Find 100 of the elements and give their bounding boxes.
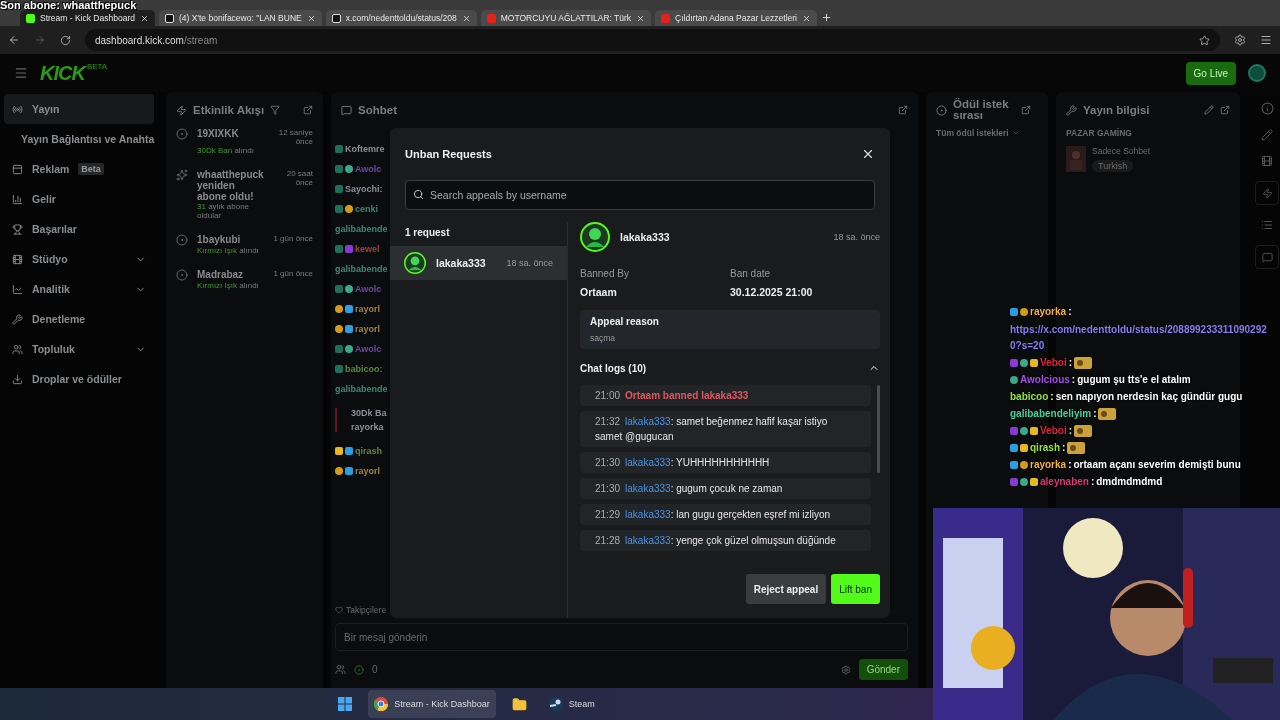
avatar-icon[interactable]	[1248, 64, 1266, 82]
sidebar-item[interactable]: Yayın	[4, 94, 154, 124]
browser-tab[interactable]: x.com/nedenttoldu/status/208	[325, 10, 477, 26]
search-field[interactable]: Search appeals by username	[405, 180, 875, 210]
chat-link[interactable]: https://x.com/nedenttoldu/status/2088992333110902920?s=20	[1010, 322, 1278, 354]
chat-icon[interactable]	[1255, 245, 1279, 269]
address-bar[interactable]: dashboard.kick.com/stream	[85, 29, 1220, 51]
settings-icon[interactable]	[1234, 34, 1246, 46]
chat-username[interactable]: galibabende	[335, 264, 388, 274]
popout-icon[interactable]	[898, 105, 908, 115]
logo[interactable]: KICK	[40, 61, 85, 85]
sidebar-item[interactable]: Topluluk	[4, 334, 154, 364]
reject-appeal-button[interactable]: Reject appeal	[745, 574, 827, 604]
chat-username[interactable]: galibabende	[335, 224, 388, 234]
chat-separator: :	[1093, 407, 1097, 421]
popout-icon[interactable]	[1220, 105, 1230, 115]
sidebar-item[interactable]: Analitik	[4, 274, 154, 304]
reload-icon[interactable]	[60, 34, 71, 46]
chat-logs-toggle[interactable]: Chat logs (10)	[580, 361, 880, 375]
chat-username[interactable]: Koftemre	[345, 144, 385, 154]
back-icon[interactable]	[8, 34, 20, 46]
browser-tab[interactable]: Stream - Kick Dashboard	[20, 10, 155, 26]
chat-input[interactable]: Bir mesaj gönderin	[335, 623, 908, 651]
lightning-icon[interactable]	[1255, 181, 1279, 205]
chat-username[interactable]: qirash	[355, 446, 382, 456]
star-icon[interactable]	[1199, 34, 1210, 46]
lift-ban-button[interactable]: Lift ban	[831, 574, 880, 604]
event-title: 1baykubi	[197, 234, 242, 246]
chat-username: qirash	[1030, 441, 1060, 455]
people-icon[interactable]	[335, 664, 346, 675]
go-live-button[interactable]: Go Live	[1185, 61, 1236, 85]
chat-username[interactable]: galibabende	[335, 384, 388, 394]
chat-message: dmdmdmdmd	[1096, 475, 1163, 489]
edit-icon[interactable]	[1204, 105, 1214, 115]
emote-icon	[1067, 442, 1086, 454]
sidebar-item[interactable]: Denetleme	[4, 304, 154, 334]
event-detail: Kırmızı Işık alındı	[197, 281, 260, 290]
close-button[interactable]	[861, 147, 875, 161]
chat-log-entry: 21:28 lakaka333: yenge çok güzel olmuşsun düğünde	[580, 530, 871, 551]
browser-icon	[374, 697, 389, 711]
sidebar-item[interactable]: Yayın Bağlantısı ve Anahta	[4, 124, 154, 154]
chat-username[interactable]: kewel	[355, 244, 380, 254]
event-time: 20 saat önce	[285, 169, 313, 189]
chat-message: sen napıyon nerdesin kaç gündür gugu	[1055, 390, 1243, 404]
chat-log-entry: 21:29 lakaka333: lan gugu gerçekten eşref mi izliyon	[580, 504, 871, 525]
chat-username: babicoo	[1010, 390, 1049, 404]
info-icon[interactable]	[1260, 102, 1274, 115]
panel-title: Etkinlik Akışı	[193, 104, 265, 116]
close-icon[interactable]	[139, 13, 149, 23]
avatar-icon	[580, 222, 610, 252]
reward-filter[interactable]: Tüm ödül istekleri	[936, 128, 1038, 138]
sidebar-item[interactable]: Reklam Beta	[4, 154, 154, 184]
edit-icon[interactable]	[1261, 129, 1273, 141]
broadcast-icon	[12, 103, 23, 115]
emote-icon	[1074, 425, 1093, 437]
filter-icon[interactable]	[270, 105, 281, 115]
banned-by: Ortaam	[580, 286, 618, 298]
popout-icon[interactable]	[1021, 105, 1031, 115]
popout-icon[interactable]	[303, 105, 313, 115]
chat-separator: :	[1068, 458, 1072, 472]
sidebar-item[interactable]: Stüdyo	[4, 244, 154, 274]
event-title: whaatthepuck yeniden abone oldu!	[197, 169, 265, 202]
emote-icon	[1098, 408, 1117, 420]
film-icon[interactable]	[1261, 155, 1273, 167]
chat-username[interactable]: babicoo:	[345, 364, 383, 374]
ban-date: 30.12.2025 21:00	[730, 286, 814, 298]
sidebar-item[interactable]: Droplar ve ödüller	[4, 364, 154, 394]
close-icon[interactable]	[306, 13, 316, 23]
panel-title: Sohbet	[358, 104, 397, 116]
new-tab-icon[interactable]	[821, 12, 832, 23]
browser-tab[interactable]: MOTORCUYU AĞLATTILAR: Türk	[480, 10, 652, 26]
taskbar-item[interactable]: Steam	[542, 690, 601, 718]
chat-username[interactable]: rayorl	[355, 304, 380, 314]
send-button[interactable]: Gönder	[858, 659, 908, 680]
sidebar-item[interactable]: Başarılar	[4, 214, 154, 244]
chat-separator: :	[1068, 424, 1073, 438]
chat-username[interactable]: rayorl	[355, 324, 380, 334]
close-icon[interactable]	[802, 13, 811, 23]
steam-icon	[548, 697, 563, 711]
sidebar-item[interactable]: Gelir	[4, 184, 154, 214]
menu-icon[interactable]	[1260, 34, 1272, 46]
chat-username[interactable]: Sayochi:	[345, 184, 383, 194]
event-time: 12 saniye önce	[277, 128, 313, 146]
taskbar-item[interactable]: Stream - Kick Dashboar	[368, 690, 496, 718]
chat-username[interactable]: rayorl	[355, 466, 380, 476]
username: lakaka333	[436, 257, 486, 269]
browser-tab[interactable]: Çıldırtan Adana Pazar Lezzetleri	[655, 10, 817, 26]
chat-username[interactable]: cenki	[355, 204, 378, 214]
event-title: 19XIXKK	[197, 128, 240, 141]
windows-icon	[338, 697, 353, 711]
emote-icon	[1074, 357, 1093, 369]
browser-tab[interactable]: (4) X'te bonifacewo: "LAN BUNE	[158, 10, 322, 26]
list-icon[interactable]	[1261, 219, 1273, 231]
avatar-icon	[404, 252, 426, 274]
request-row[interactable]: lakaka333 18 sa. önce	[390, 246, 567, 280]
chat-separator: :	[1068, 356, 1073, 370]
close-icon[interactable]	[461, 13, 471, 23]
close-icon[interactable]	[636, 13, 646, 23]
chat-username: galibabendeliyim	[1010, 407, 1092, 421]
scrollbar[interactable]	[877, 385, 880, 473]
